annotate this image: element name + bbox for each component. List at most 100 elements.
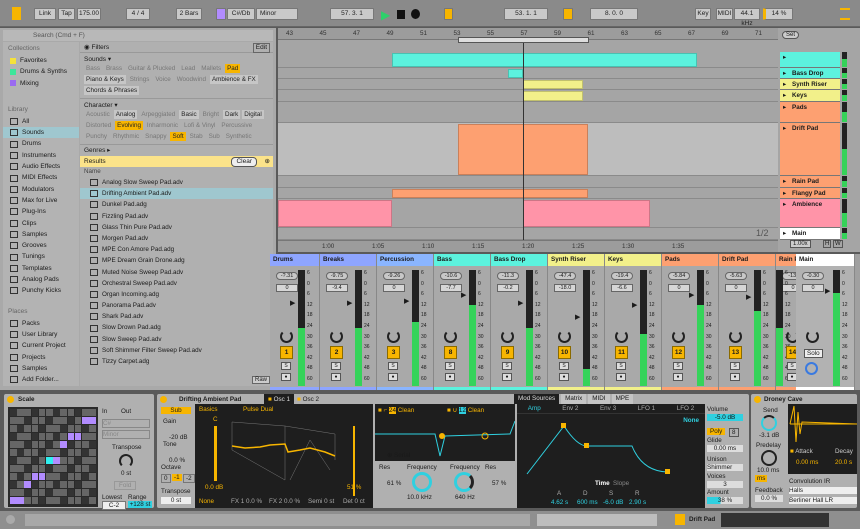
scale-note-cell[interactable] — [60, 433, 67, 440]
scale-note-cell[interactable] — [53, 465, 60, 472]
scale-note-cell[interactable] — [31, 449, 39, 456]
filter-tag[interactable]: Synthetic — [224, 132, 254, 141]
scale-note-cell[interactable] — [17, 409, 24, 416]
arm-button[interactable]: ● — [445, 373, 455, 381]
pan-knob[interactable] — [501, 330, 514, 343]
scale-note-cell[interactable] — [38, 433, 46, 440]
library-item[interactable]: Drums — [3, 138, 79, 149]
scale-note-cell[interactable] — [74, 433, 82, 440]
track-header[interactable]: Main — [780, 228, 840, 240]
attack-value[interactable]: 0.00 ms — [796, 459, 818, 466]
pan-knob[interactable] — [558, 330, 571, 343]
fader-handle[interactable]: ▶ — [404, 297, 409, 305]
scale-note-cell[interactable] — [31, 457, 39, 464]
sub-button[interactable]: Sub — [161, 407, 191, 414]
scale-note-cell[interactable] — [67, 481, 75, 488]
scale-note-cell[interactable] — [82, 441, 89, 448]
arrangement-view[interactable]: 43 45 47 49 51 53 55 57 59 61 63 65 67 69 71 1:00 1:05 1… — [278, 28, 778, 252]
filter-tag[interactable]: Voice — [153, 75, 172, 84]
h-button[interactable]: H — [823, 240, 832, 248]
clip[interactable] — [523, 80, 583, 89]
solo-button[interactable]: S — [616, 362, 626, 370]
scale-note-cell[interactable] — [46, 409, 53, 416]
lowest-field[interactable]: C-2 — [102, 501, 126, 510]
transpose-knob[interactable] — [119, 454, 133, 468]
scale-note-cell[interactable] — [24, 425, 31, 432]
library-item[interactable]: Grooves — [3, 240, 79, 251]
envelope-tab[interactable]: LFO 2 — [677, 404, 695, 413]
clip[interactable] — [523, 91, 583, 101]
result-item[interactable]: MPE Dream Grain Drone.adg — [80, 255, 273, 266]
scale-note-cell[interactable] — [46, 465, 53, 472]
peak-level[interactable]: -0.30 — [802, 272, 824, 280]
arm-button[interactable]: ● — [388, 373, 398, 381]
library-item[interactable]: MIDI Effects — [3, 172, 79, 183]
volume-field[interactable]: 0 — [725, 284, 747, 292]
scale-note-cell[interactable] — [67, 473, 75, 480]
scale-note-cell[interactable] — [46, 497, 53, 504]
scale-note-cell[interactable] — [46, 489, 53, 496]
volume-field[interactable]: 0 — [383, 284, 405, 292]
mod-tab[interactable]: Mod Sources — [514, 394, 560, 404]
filter-tag[interactable]: Evolving — [115, 121, 143, 130]
scale-note-cell[interactable] — [60, 457, 67, 464]
scale-note-cell[interactable] — [89, 417, 96, 424]
pan-knob[interactable] — [387, 330, 400, 343]
arrangement-overview[interactable] — [721, 513, 829, 527]
poly-button[interactable]: Poly — [707, 428, 726, 435]
filter-tag[interactable]: Bright — [201, 110, 221, 119]
scale-note-cell[interactable] — [17, 417, 24, 424]
tap-button[interactable]: Tap — [58, 8, 75, 20]
cue-volume-knob[interactable] — [805, 362, 818, 375]
clear-button[interactable]: Clear — [231, 157, 257, 167]
scale-note-cell[interactable] — [38, 473, 46, 480]
quantize-select[interactable]: 2 Bars — [176, 8, 202, 20]
filter-tag[interactable]: Stab — [188, 132, 205, 141]
genres-filter-label[interactable]: Genres ▸ — [80, 145, 273, 156]
scale-note-cell[interactable] — [17, 473, 24, 480]
scale-note-cell[interactable] — [31, 465, 39, 472]
scale-note-cell[interactable] — [82, 489, 89, 496]
place-item[interactable]: Current Project — [3, 340, 79, 351]
scale-note-cell[interactable] — [82, 449, 89, 456]
scale-note-cell[interactable] — [31, 417, 39, 424]
scale-note-cell[interactable] — [24, 417, 31, 424]
solo-button[interactable]: S — [331, 362, 341, 370]
peak-level[interactable]: -?.31 — [276, 272, 298, 280]
osc-gain-slider[interactable] — [214, 426, 217, 481]
scale-note-cell[interactable] — [53, 497, 60, 504]
track-activator-button[interactable]: 13 — [729, 346, 742, 359]
scale-note-cell[interactable] — [60, 497, 67, 504]
clip[interactable] — [278, 200, 392, 227]
add-icon[interactable]: ⊕ — [265, 156, 270, 167]
result-item[interactable]: MPE Con Amore Pad.adg — [80, 244, 273, 255]
solo-button[interactable]: Solo — [804, 349, 823, 358]
result-item[interactable]: Soft Shimmer Filter Sweep Pad.adv — [80, 345, 273, 356]
tab-osc2[interactable]: ■ Osc 2 — [297, 396, 319, 403]
scale-note-cell[interactable] — [31, 433, 39, 440]
result-item[interactable]: Drifting Ambient Pad.adv — [80, 188, 273, 200]
wavetable-display[interactable]: Basics Pulse Dual C 0.0 dB 51 % None FX … — [195, 404, 373, 508]
scale-note-cell[interactable] — [38, 425, 46, 432]
scale-note-cell[interactable] — [67, 425, 75, 432]
library-item[interactable]: Modulators — [3, 184, 79, 195]
channel-name[interactable]: Drift Pad — [719, 254, 775, 266]
link-button[interactable]: Link — [34, 8, 56, 20]
time-signature-field[interactable]: 4 / 4 — [126, 8, 150, 20]
filter1-type[interactable]: Clean — [398, 407, 414, 414]
place-item[interactable]: Packs — [3, 318, 79, 329]
clip[interactable] — [523, 200, 650, 227]
poly-voices-select[interactable]: 8 — [729, 428, 739, 437]
arm-button[interactable]: ● — [616, 373, 626, 381]
scale-note-cell[interactable] — [67, 433, 75, 440]
device-on-icon[interactable] — [7, 396, 14, 403]
filter-tag[interactable]: Sub — [207, 132, 222, 141]
scale-note-cell[interactable] — [74, 497, 82, 504]
scale-note-cell[interactable] — [82, 465, 89, 472]
adsr-value[interactable]: -6.0 dB — [603, 499, 623, 506]
scale-note-cell[interactable] — [60, 425, 67, 432]
filter-tag[interactable]: Arpeggiated — [139, 110, 177, 119]
solo-button[interactable]: S — [502, 362, 512, 370]
library-item[interactable]: Tunings — [3, 251, 79, 262]
track-activator-button[interactable]: 1 — [280, 346, 293, 359]
